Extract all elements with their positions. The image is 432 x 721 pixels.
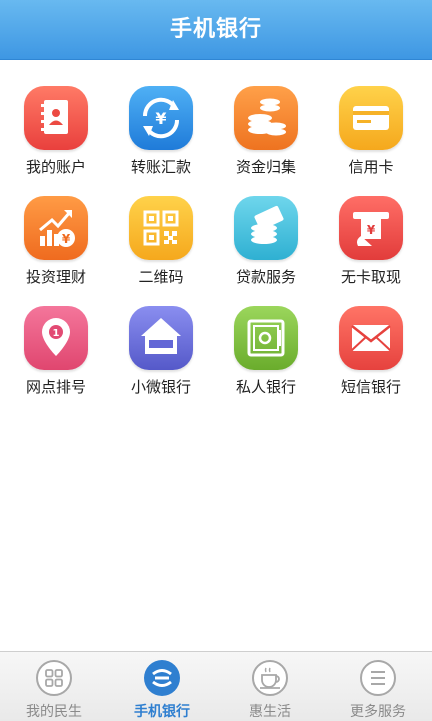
menu-item-label: 无卡取现 [340, 268, 401, 286]
menu-item-label: 短信银行 [340, 378, 401, 396]
menu-item-queue-number[interactable]: 1 网点排号 [6, 306, 106, 406]
menu-item-private-banking[interactable]: 私人银行 [216, 306, 316, 406]
app-header: 手机银行 [0, 0, 432, 60]
menu-item-label: 信用卡 [348, 158, 394, 176]
menu-item-qr-code[interactable]: 二维码 [111, 196, 211, 296]
page-title: 手机银行 [169, 17, 262, 42]
menu-item-credit-card[interactable]: 信用卡 [321, 86, 421, 186]
menu-item-label: 小微银行 [130, 378, 191, 396]
menu-item-label: 投资理财 [25, 268, 86, 286]
qr-code-icon [129, 196, 193, 260]
menu-item-cardless-withdrawal[interactable]: ¥ 无卡取现 [321, 196, 421, 296]
tab-label: 惠生活 [249, 704, 291, 720]
envelope-icon [339, 306, 403, 370]
menu-item-label: 二维码 [138, 268, 184, 286]
credit-card-icon [339, 86, 403, 150]
location-pin-icon: 1 [24, 306, 88, 370]
safe-box-icon [234, 306, 298, 370]
menu-item-loan-service[interactable]: 贷款服务 [216, 196, 316, 296]
grid-icon [35, 659, 73, 697]
bottom-tab-bar: 我的民生 手机银行 惠生活 更多服务 [0, 651, 432, 721]
menu-item-label: 网点排号 [25, 378, 86, 396]
menu-item-small-micro-bank[interactable]: 小微银行 [111, 306, 211, 406]
tab-label: 我的民生 [26, 704, 82, 720]
menu-item-label: 我的账户 [25, 158, 86, 176]
menu-item-label: 资金归集 [235, 158, 296, 176]
coin-stack-icon [234, 86, 298, 150]
cash-withdraw-icon: ¥ [339, 196, 403, 260]
menu-item-my-account[interactable]: 我的账户 [6, 86, 106, 186]
svg-text:¥: ¥ [155, 109, 166, 128]
menu-item-fund-collection[interactable]: 资金归集 [216, 86, 316, 186]
svg-text:1: 1 [53, 328, 60, 339]
menu-item-sms-banking[interactable]: 短信银行 [321, 306, 421, 406]
account-book-icon [24, 86, 88, 150]
bank-logo-icon [143, 659, 181, 697]
menu-item-transfer[interactable]: ¥ 转账汇款 [111, 86, 211, 186]
loan-coins-icon [234, 196, 298, 260]
bank-house-icon [129, 306, 193, 370]
coffee-cup-icon [251, 659, 289, 697]
investment-chart-icon: ¥ [24, 196, 88, 260]
tab-label: 更多服务 [350, 704, 406, 720]
menu-item-label: 贷款服务 [235, 268, 296, 286]
menu-item-label: 转账汇款 [130, 158, 191, 176]
tab-more-services[interactable]: 更多服务 [324, 652, 432, 721]
tab-my-minsheng[interactable]: 我的民生 [0, 652, 108, 721]
transfer-yen-icon: ¥ [129, 86, 193, 150]
menu-lines-icon [359, 659, 397, 697]
tab-label: 手机银行 [134, 704, 190, 720]
svg-text:¥: ¥ [367, 223, 376, 237]
tab-mobile-banking[interactable]: 手机银行 [108, 652, 216, 721]
tab-hui-life[interactable]: 惠生活 [216, 652, 324, 721]
menu-item-label: 私人银行 [235, 378, 296, 396]
menu-item-investment[interactable]: ¥ 投资理财 [6, 196, 106, 296]
svg-text:¥: ¥ [62, 232, 71, 246]
